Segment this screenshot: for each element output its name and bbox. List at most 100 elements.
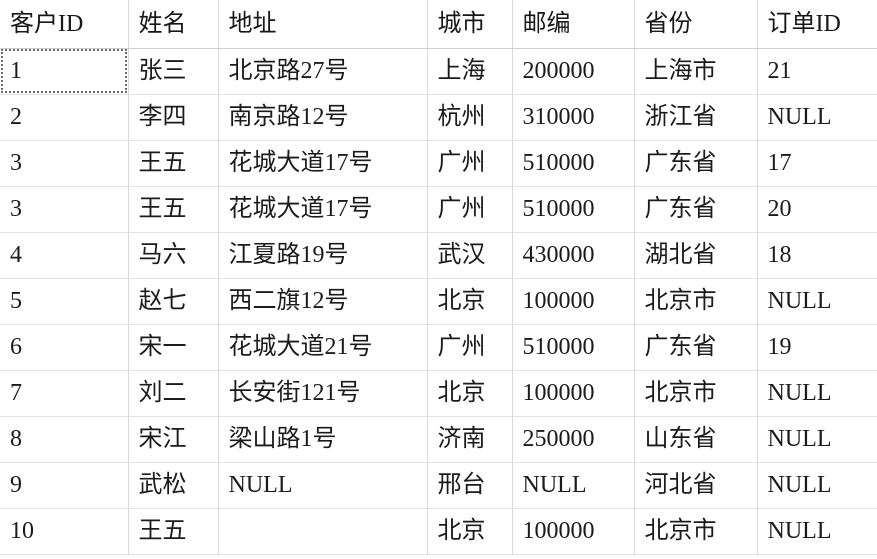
cell-city[interactable]: 北京: [427, 278, 513, 325]
table-row[interactable]: 3 王五 花城大道17号 广州 510000 广东省 17: [0, 140, 877, 187]
table-row[interactable]: 8 宋江 梁山路1号 济南 250000 山东省 NULL: [0, 416, 877, 463]
cell-address[interactable]: 西二旗12号: [218, 278, 428, 325]
cell-city[interactable]: 广州: [427, 186, 513, 233]
cell-zip[interactable]: 510000: [512, 324, 635, 371]
cell-zip[interactable]: 310000: [512, 94, 635, 141]
cell-zip[interactable]: 250000: [512, 416, 635, 463]
cell-province[interactable]: 山东省: [634, 416, 758, 463]
cell-address[interactable]: 花城大道21号: [218, 324, 428, 371]
cell-zip[interactable]: NULL: [512, 462, 635, 509]
column-header-address[interactable]: 地址: [218, 0, 428, 49]
cell-city[interactable]: 北京: [427, 508, 513, 555]
cell-customer_id[interactable]: 5: [0, 278, 129, 325]
cell-name[interactable]: 王五: [128, 140, 219, 187]
table-body: 1 张三 北京路27号 上海 200000 上海市 21 2 李四 南京路12号 杭州 310000 浙…: [0, 47, 877, 555]
column-header-zip[interactable]: 邮编: [512, 0, 635, 49]
cell-city[interactable]: 武汉: [427, 232, 513, 279]
cell-name[interactable]: 张三: [128, 47, 219, 95]
cell-city[interactable]: 北京: [427, 370, 513, 417]
cell-name[interactable]: 赵七: [128, 278, 219, 325]
cell-city[interactable]: 上海: [427, 47, 513, 95]
cell-zip[interactable]: 510000: [512, 140, 635, 187]
cell-city[interactable]: 杭州: [427, 94, 513, 141]
cell-customer_id[interactable]: 8: [0, 416, 129, 463]
cell-customer_id[interactable]: 7: [0, 370, 129, 417]
cell-province[interactable]: 上海市: [634, 47, 758, 95]
cell-order_id[interactable]: 21: [757, 47, 877, 95]
column-header-province[interactable]: 省份: [634, 0, 758, 49]
cell-address[interactable]: 梁山路1号: [218, 416, 428, 463]
cell-customer_id[interactable]: 9: [0, 462, 129, 509]
cell-order_id[interactable]: 18: [757, 232, 877, 279]
cell-zip[interactable]: 100000: [512, 370, 635, 417]
cell-province[interactable]: 浙江省: [634, 94, 758, 141]
cell-address[interactable]: 长安街121号: [218, 370, 428, 417]
cell-address[interactable]: 江夏路19号: [218, 232, 428, 279]
cell-city[interactable]: 济南: [427, 416, 513, 463]
cell-name[interactable]: 王五: [128, 186, 219, 233]
cell-address[interactable]: 花城大道17号: [218, 140, 428, 187]
cell-name[interactable]: 宋江: [128, 416, 219, 463]
cell-province[interactable]: 河北省: [634, 462, 758, 509]
cell-order_id[interactable]: NULL: [757, 278, 877, 325]
cell-order_id[interactable]: NULL: [757, 462, 877, 509]
cell-name[interactable]: 宋一: [128, 324, 219, 371]
cell-order_id[interactable]: NULL: [757, 370, 877, 417]
cell-city[interactable]: 邢台: [427, 462, 513, 509]
cell-order_id[interactable]: 19: [757, 324, 877, 371]
cell-province[interactable]: 北京市: [634, 370, 758, 417]
cell-province[interactable]: 北京市: [634, 508, 758, 555]
column-header-order_id[interactable]: 订单ID: [757, 0, 877, 49]
cell-customer_id[interactable]: 10: [0, 508, 129, 555]
query-result-table: 客户ID 姓名 地址 城市 邮编 省份 订单ID 1 张三 北京路27号 上海 200000 上海市 2…: [0, 0, 877, 555]
table-row[interactable]: 3 王五 花城大道17号 广州 510000 广东省 20: [0, 186, 877, 233]
cell-address[interactable]: 南京路12号: [218, 94, 428, 141]
table-row[interactable]: 1 张三 北京路27号 上海 200000 上海市 21: [0, 47, 877, 95]
cell-province[interactable]: 北京市: [634, 278, 758, 325]
table-row[interactable]: 6 宋一 花城大道21号 广州 510000 广东省 19: [0, 324, 877, 371]
cell-customer_id[interactable]: 6: [0, 324, 129, 371]
column-header-customer_id[interactable]: 客户ID: [0, 0, 129, 49]
table-row[interactable]: 7 刘二 长安街121号 北京 100000 北京市 NULL: [0, 370, 877, 417]
cell-name[interactable]: 武松: [128, 462, 219, 509]
column-header-city[interactable]: 城市: [427, 0, 513, 49]
cell-name[interactable]: 马六: [128, 232, 219, 279]
cell-province[interactable]: 广东省: [634, 324, 758, 371]
cell-order_id[interactable]: 20: [757, 186, 877, 233]
column-header-label: 地址: [228, 10, 277, 37]
cell-zip[interactable]: 430000: [512, 232, 635, 279]
cell-address[interactable]: [218, 508, 428, 555]
cell-address[interactable]: NULL: [218, 462, 428, 509]
cell-zip[interactable]: 510000: [512, 186, 635, 233]
cell-name[interactable]: 刘二: [128, 370, 219, 417]
table-row[interactable]: 2 李四 南京路12号 杭州 310000 浙江省 NULL: [0, 94, 877, 141]
cell-province[interactable]: 广东省: [634, 140, 758, 187]
column-header-name[interactable]: 姓名: [128, 0, 219, 49]
cell-zip[interactable]: 100000: [512, 508, 635, 555]
cell-zip[interactable]: 200000: [512, 47, 635, 95]
cell-customer_id[interactable]: 1: [0, 47, 129, 95]
table-row[interactable]: 10 王五 北京 100000 北京市 NULL: [0, 508, 877, 555]
cell-customer_id[interactable]: 4: [0, 232, 129, 279]
cell-order_id[interactable]: NULL: [757, 508, 877, 555]
cell-customer_id[interactable]: 3: [0, 186, 129, 233]
cell-customer_id[interactable]: 2: [0, 94, 129, 141]
cell-city[interactable]: 广州: [427, 324, 513, 371]
cell-name[interactable]: 李四: [128, 94, 219, 141]
cell-customer_id[interactable]: 3: [0, 140, 129, 187]
cell-address[interactable]: 花城大道17号: [218, 186, 428, 233]
table-header: 客户ID 姓名 地址 城市 邮编 省份 订单ID: [0, 0, 877, 49]
cell-order_id[interactable]: NULL: [757, 416, 877, 463]
cell-order_id[interactable]: 17: [757, 140, 877, 187]
cell-zip[interactable]: 100000: [512, 278, 635, 325]
cell-province[interactable]: 湖北省: [634, 232, 758, 279]
cell-address[interactable]: 北京路27号: [218, 47, 428, 95]
cell-province[interactable]: 广东省: [634, 186, 758, 233]
table-row[interactable]: 5 赵七 西二旗12号 北京 100000 北京市 NULL: [0, 278, 877, 325]
column-header-label: 邮编: [522, 10, 571, 37]
table-row[interactable]: 4 马六 江夏路19号 武汉 430000 湖北省 18: [0, 232, 877, 279]
table-row[interactable]: 9 武松 NULL 邢台 NULL 河北省 NULL: [0, 462, 877, 509]
cell-city[interactable]: 广州: [427, 140, 513, 187]
cell-order_id[interactable]: NULL: [757, 94, 877, 141]
cell-name[interactable]: 王五: [128, 508, 219, 555]
